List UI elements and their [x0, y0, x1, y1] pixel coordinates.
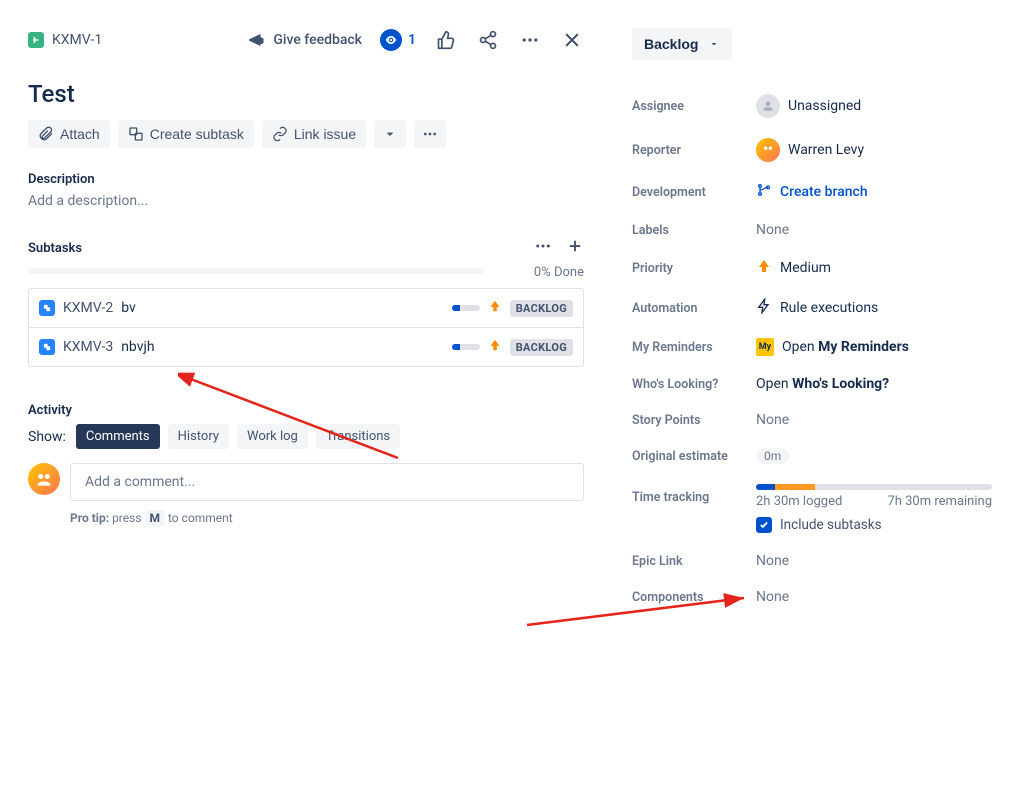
subtask-status[interactable]: BACKLOG: [510, 300, 573, 317]
breadcrumb-key[interactable]: KXMV-1: [52, 32, 102, 48]
attach-icon: [38, 126, 54, 142]
field-priority[interactable]: Priority Medium: [632, 248, 992, 288]
field-original-estimate[interactable]: Original estimate 0m: [632, 438, 992, 474]
give-feedback-button[interactable]: Give feedback: [247, 31, 362, 49]
like-icon[interactable]: [434, 28, 458, 52]
field-time-tracking[interactable]: Time tracking 2h 30m logged 7h 30m remai…: [632, 474, 992, 543]
create-subtask-button[interactable]: Create subtask: [118, 120, 254, 148]
reminders-app-icon: My: [756, 338, 774, 356]
show-label: Show:: [28, 429, 66, 445]
field-development: Development Create branch: [632, 172, 992, 212]
toolbar-more-button[interactable]: [414, 120, 446, 148]
field-whos-looking[interactable]: Who's Looking? Open Who's Looking?: [632, 366, 992, 402]
time-remaining: 7h 30m remaining: [887, 494, 992, 509]
tab-comments[interactable]: Comments: [76, 424, 160, 449]
subtasks-label: Subtasks: [28, 241, 82, 256]
breadcrumb[interactable]: KXMV-1: [28, 32, 102, 48]
chevron-down-icon: [708, 38, 720, 50]
subtask-row[interactable]: KXMV-2 bv BACKLOG: [29, 289, 583, 327]
more-icon[interactable]: [518, 28, 542, 52]
tab-history[interactable]: History: [168, 424, 229, 449]
field-automation[interactable]: Automation Rule executions: [632, 288, 992, 328]
subtask-summary[interactable]: nbvjh: [121, 339, 444, 355]
subtask-icon: [128, 126, 144, 142]
time-tracking-bar: [756, 484, 992, 490]
field-epic-link[interactable]: Epic Link None: [632, 543, 992, 579]
subtasks-progress: [28, 268, 484, 274]
subtask-progress: [452, 344, 480, 350]
field-story-points[interactable]: Story Points None: [632, 402, 992, 438]
tab-transitions[interactable]: Transitions: [316, 424, 400, 449]
field-reminders[interactable]: My Reminders My Open My Reminders: [632, 328, 992, 366]
close-icon[interactable]: [560, 28, 584, 52]
priority-medium-icon: [756, 258, 772, 278]
link-dropdown-button[interactable]: [374, 120, 406, 148]
watch-button[interactable]: 1: [380, 29, 416, 51]
field-components[interactable]: Components None: [632, 579, 992, 615]
activity-label: Activity: [28, 403, 584, 418]
avatar-unassigned-icon: [756, 94, 780, 118]
subtask-row[interactable]: KXMV-3 nbvjh BACKLOG: [29, 327, 583, 366]
subtask-status[interactable]: BACKLOG: [510, 339, 573, 356]
feedback-label: Give feedback: [273, 32, 362, 48]
protip: Pro tip: press M to comment: [70, 511, 584, 525]
subtasks-more-icon[interactable]: [534, 237, 552, 259]
story-type-icon: [28, 32, 44, 48]
status-dropdown[interactable]: Backlog: [632, 28, 732, 60]
link-issue-button[interactable]: Link issue: [262, 120, 366, 148]
subtasks-progress-text: 0% Done: [534, 265, 584, 280]
field-assignee[interactable]: Assignee Unassigned: [632, 84, 992, 128]
tab-worklog[interactable]: Work log: [237, 424, 308, 449]
watch-count: 1: [408, 32, 416, 48]
field-labels[interactable]: Labels None: [632, 212, 992, 248]
subtask-key[interactable]: KXMV-2: [63, 300, 113, 316]
subtask-type-icon: [39, 339, 55, 355]
subtask-summary[interactable]: bv: [121, 300, 444, 316]
branch-icon: [756, 182, 772, 202]
subtask-type-icon: [39, 300, 55, 316]
create-branch-link[interactable]: Create branch: [780, 184, 868, 200]
attach-button[interactable]: Attach: [28, 120, 110, 148]
user-avatar: [28, 463, 60, 495]
subtasks-add-icon[interactable]: [566, 237, 584, 259]
subtask-key[interactable]: KXMV-3: [63, 339, 113, 355]
field-reporter[interactable]: Reporter Warren Levy: [632, 128, 992, 172]
subtask-list: KXMV-2 bv BACKLOG KXMV-3 nbvjh BACKLOG: [28, 288, 584, 367]
time-logged: 2h 30m logged: [756, 494, 842, 509]
description-label: Description: [28, 172, 584, 187]
include-subtasks-checkbox[interactable]: [756, 517, 772, 533]
priority-icon: [488, 338, 502, 356]
chevron-down-icon: [382, 126, 398, 142]
description-field[interactable]: Add a description...: [28, 193, 584, 209]
more-icon: [422, 126, 438, 142]
include-subtasks-label: Include subtasks: [780, 517, 882, 533]
share-icon[interactable]: [476, 28, 500, 52]
subtask-progress: [452, 305, 480, 311]
issue-title[interactable]: Test: [28, 80, 584, 108]
eye-icon: [380, 29, 402, 51]
avatar: [756, 138, 780, 162]
comment-input[interactable]: Add a comment...: [70, 463, 584, 501]
bolt-icon: [756, 298, 772, 318]
link-icon: [272, 126, 288, 142]
priority-icon: [488, 299, 502, 317]
